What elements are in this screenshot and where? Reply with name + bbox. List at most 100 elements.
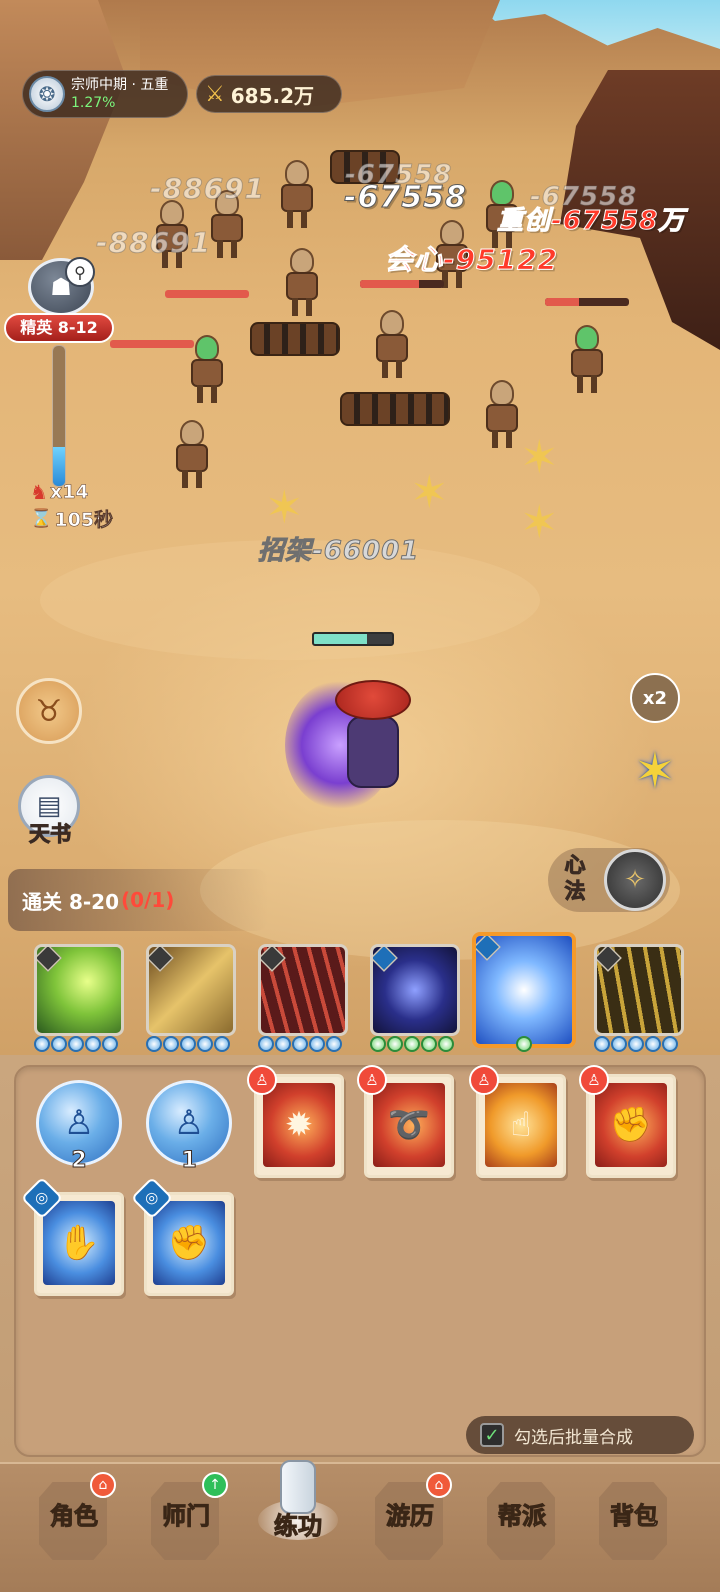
stage-boss-button[interactable]: ☗ ⚲ (28, 257, 95, 316)
tianshu-label: 天书 (29, 822, 72, 847)
meditate-badge-icon: ♙ (247, 1065, 277, 1095)
nav-guild[interactable]: 帮派 (472, 1474, 572, 1574)
demon-head-icon: ♞ (30, 480, 48, 504)
magnifier-icon: ⚲ (65, 257, 95, 287)
nav-guild-label: 帮派 (498, 1502, 547, 1531)
batch-merge-label: 勾选后批量合成 (514, 1427, 633, 1448)
mystic-art-icon: ✧ (624, 865, 646, 895)
critical-damage-number: 会心-95122 (384, 243, 559, 277)
speed-toggle-button[interactable]: x2 (630, 673, 680, 723)
hexagram-star-icon: ✶ (634, 742, 676, 800)
ground-crack: ✶ (265, 480, 304, 534)
clear-objective-banner[interactable]: 通关 8-20 (0/1) (8, 869, 268, 931)
skill-gems-4 (370, 1036, 454, 1054)
nav-backpack-label: 背包 (610, 1502, 659, 1531)
equipped-skill-slot-6[interactable] (594, 944, 684, 1036)
batch-merge-toggle[interactable]: ✓ 勾选后批量合成 (466, 1416, 694, 1454)
fire-whip-icon: ➰ (387, 1105, 431, 1145)
player-hp-bar (312, 632, 394, 646)
fire-fist-card[interactable]: ✊ ♙ (579, 1065, 676, 1178)
meditating-figure-icon: ♙ (173, 1103, 205, 1143)
stage-timer: ⌛ 105秒 (30, 505, 113, 532)
checkmark-icon[interactable]: ✓ (480, 1423, 504, 1447)
combat-power-chip[interactable]: ⚔ 685.2万 (196, 75, 342, 113)
player-character (285, 650, 455, 830)
water-fist-icon: ✊ (167, 1223, 211, 1263)
enemy-hp-bar (545, 298, 629, 306)
rank-title: 宗师中期 · 五重 (71, 77, 169, 93)
ground-crack: ✶ (520, 430, 559, 484)
scroll-icon: ▤ (36, 791, 62, 821)
water-fist-card[interactable]: ✊ ◎ (130, 1176, 234, 1296)
star-skill-button[interactable]: ✶ (624, 740, 686, 802)
enemy-soldier[interactable] (170, 420, 214, 490)
kill-counter: ♞ x14 (30, 480, 89, 504)
nav-school[interactable]: 师门 ↑ (136, 1472, 236, 1574)
nav-backpack[interactable]: 背包 (584, 1474, 684, 1574)
heavy-damage-number: 重创-67558万 (496, 206, 686, 237)
enemy-soldier[interactable] (370, 310, 414, 380)
enemy-hp-bar (165, 290, 249, 298)
rank-progress: 1.27% (71, 95, 116, 111)
skill-gems-1 (34, 1036, 118, 1054)
enemy-soldier[interactable] (565, 325, 609, 395)
enemy-totem (340, 392, 450, 426)
parry-damage-number: 招架-66001 (257, 536, 420, 567)
skill-gems-5 (516, 1036, 532, 1054)
flame-hand-icon: ☝ (510, 1105, 532, 1145)
damage-number: -67558 (344, 180, 467, 216)
equipped-skill-slot-4[interactable] (370, 944, 460, 1036)
clear-objective-text: 通关 8-20 (22, 889, 120, 914)
enemy-soldier[interactable] (275, 160, 319, 230)
nav-school-label: 师门 (162, 1502, 211, 1531)
equipped-skills-bar (28, 932, 692, 1056)
fire-whip-card[interactable]: ➰ ♙ (357, 1065, 454, 1178)
enemy-soldier[interactable] (280, 248, 324, 318)
skill-gems-6 (594, 1036, 678, 1054)
combat-power-value: 685.2万 (230, 83, 314, 108)
upgrade-arrow-icon: ↑ (202, 1472, 228, 1498)
enemy-soldier[interactable] (480, 380, 524, 450)
nav-role[interactable]: 角色 ⌂ (24, 1472, 124, 1574)
meditating-figure-icon: ♙ (63, 1103, 95, 1143)
left-cliff (0, 0, 126, 260)
equipped-skill-slot-1[interactable] (34, 944, 124, 1036)
treasure-bag-button[interactable]: ♉ (16, 678, 82, 744)
hourglass-icon: ⌛ (30, 508, 53, 529)
gift-badge-icon: ⌂ (426, 1472, 452, 1498)
equipped-skill-slot-2[interactable] (146, 944, 236, 1036)
ice-claw-card[interactable]: ✋ ◎ (20, 1176, 124, 1296)
stage-progress-bar (52, 345, 66, 487)
flame-finger-card[interactable]: ☝ ♙ (469, 1065, 566, 1178)
meditate-badge-icon: ♙ (579, 1065, 609, 1095)
skill-gems-3 (258, 1036, 342, 1054)
nav-role-label: 角色 (50, 1502, 99, 1531)
orb-count-1: 2 (71, 1148, 87, 1174)
equipped-skill-slot-5[interactable] (472, 932, 576, 1048)
enemy-hp-bar (110, 340, 194, 348)
damage-number: -88691 (95, 226, 212, 260)
gift-badge-icon: ⌂ (90, 1472, 116, 1498)
fireball-icon: ✹ (284, 1105, 314, 1145)
crossed-swords-icon: ⚔ (205, 81, 225, 107)
money-bag-icon: ♉ (35, 693, 63, 729)
elite-stage-label: 精英 8-12 (4, 313, 114, 343)
fire-orb-card[interactable]: ✹ ♙ (247, 1065, 344, 1178)
enemy-hp-bar (360, 280, 444, 288)
orb-count-2: 1 (181, 1148, 197, 1174)
nav-travel[interactable]: 游历 ⌂ (360, 1472, 460, 1574)
timer-value: 105秒 (54, 509, 114, 532)
ground-crack: ✶ (520, 495, 559, 549)
master-badge-icon: ❂ (29, 76, 65, 112)
nav-practice[interactable]: 练功 (250, 1450, 346, 1550)
clear-objective-progress: (0/1) (121, 888, 175, 912)
kill-count-value: x14 (49, 481, 89, 504)
equipped-skill-slot-3[interactable] (258, 944, 348, 1036)
rank-chip[interactable]: ❂ 宗师中期 · 五重 1.27% (22, 70, 188, 118)
enemy-totem (250, 322, 340, 356)
claw-hand-icon: ✋ (57, 1223, 101, 1263)
fist-icon: ✊ (609, 1105, 653, 1145)
meditate-badge-icon: ♙ (357, 1065, 387, 1095)
skill-gems-2 (146, 1036, 230, 1054)
xinfa-button[interactable]: ✧ (604, 849, 666, 911)
